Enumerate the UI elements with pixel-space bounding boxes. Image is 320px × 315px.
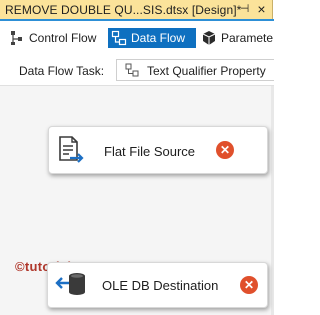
close-tab-icon[interactable]: ×: [255, 2, 268, 16]
document-tab-strip: REMOVE DOUBLE QU...SIS.dtsx [Design]* ⊣ …: [0, 0, 274, 21]
ole-db-destination-label: OLE DB Destination: [102, 278, 219, 293]
data-flow-task-label: Data Flow Task:: [19, 64, 105, 78]
flat-file-source-icon: [56, 135, 86, 170]
ole-db-destination-icon: [55, 270, 87, 305]
data-flow-icon: [111, 30, 127, 46]
vertical-scrollbar[interactable]: [271, 86, 274, 315]
tab-control-flow-label: Control Flow: [29, 31, 97, 45]
document-tab-title: REMOVE DOUBLE QU...SIS.dtsx [Design]*: [5, 3, 242, 17]
pin-icon[interactable]: ⊣: [238, 3, 251, 16]
data-flow-task-select[interactable]: Text Qualifier Property: [116, 59, 274, 81]
document-tab[interactable]: REMOVE DOUBLE QU...SIS.dtsx [Design]* ⊣ …: [0, 0, 273, 19]
tab-data-flow-label: Data Flow: [131, 31, 186, 45]
data-flow-task-value: Text Qualifier Property: [147, 64, 266, 78]
error-icon[interactable]: ✕: [240, 276, 258, 294]
designer-tabs: Control Flow Data Flow Paramete: [0, 21, 274, 53]
flat-file-source-label: Flat File Source: [104, 144, 196, 159]
parameters-icon: [201, 30, 217, 46]
tab-parameters[interactable]: Paramete: [198, 28, 273, 48]
data-flow-task-bar: Data Flow Task: Text Qualifier Property: [0, 55, 274, 86]
error-icon[interactable]: ✕: [216, 141, 234, 159]
ole-db-destination-component[interactable]: OLE DB Destination ✕: [47, 262, 268, 308]
tab-data-flow[interactable]: Data Flow: [108, 28, 196, 48]
tab-parameters-label: Paramete: [221, 31, 274, 45]
flat-file-source-component[interactable]: Flat File Source ✕: [48, 126, 268, 174]
tab-control-flow[interactable]: Control Flow: [6, 28, 102, 48]
task-icon: [125, 63, 139, 82]
control-flow-icon: [9, 30, 25, 46]
